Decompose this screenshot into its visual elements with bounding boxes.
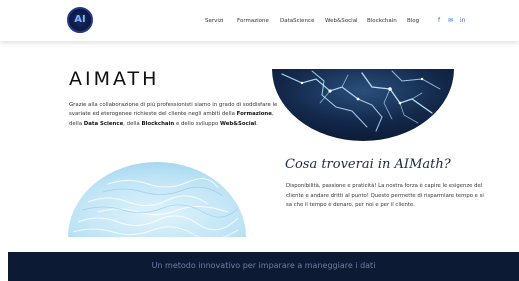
keyword-data-science: Data Science [83, 120, 124, 127]
facebook-icon[interactable]: f [438, 17, 440, 24]
linkedin-icon[interactable]: in [460, 17, 465, 24]
nav-item-web-social[interactable]: Web&Social [325, 18, 358, 24]
site-header: AI Servizi Formazione DataScience Web&So… [0, 0, 519, 41]
keyword-web-social: Web&Social [220, 120, 257, 127]
nav-item-servizi[interactable]: Servizi [205, 18, 223, 24]
features-paragraph: Disponibilità, passione e praticità! La … [286, 183, 484, 208]
keyword-blockchain: Blockchain [141, 120, 175, 127]
nav-item-datascience[interactable]: DataScience [280, 18, 314, 24]
mail-icon[interactable]: ✉ [448, 17, 453, 24]
main-nav: Servizi Formazione DataScience Web&Socia… [0, 18, 519, 28]
nav-item-blockchain[interactable]: Blockchain [367, 18, 397, 24]
page-title: AIMATH [69, 68, 160, 90]
keyword-formazione: Formazione [236, 111, 272, 118]
water-surface-image [68, 162, 246, 237]
nav-item-formazione[interactable]: Formazione [237, 18, 269, 24]
electric-network-image [272, 69, 454, 141]
footer-tagline: Un metodo innovativo per imparare a mane… [151, 261, 376, 270]
footer-banner: Un metodo innovativo per imparare a mane… [8, 252, 519, 281]
intro-paragraph: Grazie alla collaborazione di più profes… [69, 102, 278, 127]
features-heading: Cosa troverai in AIMath? [285, 157, 451, 172]
nav-item-blog[interactable]: Blog [407, 18, 419, 24]
